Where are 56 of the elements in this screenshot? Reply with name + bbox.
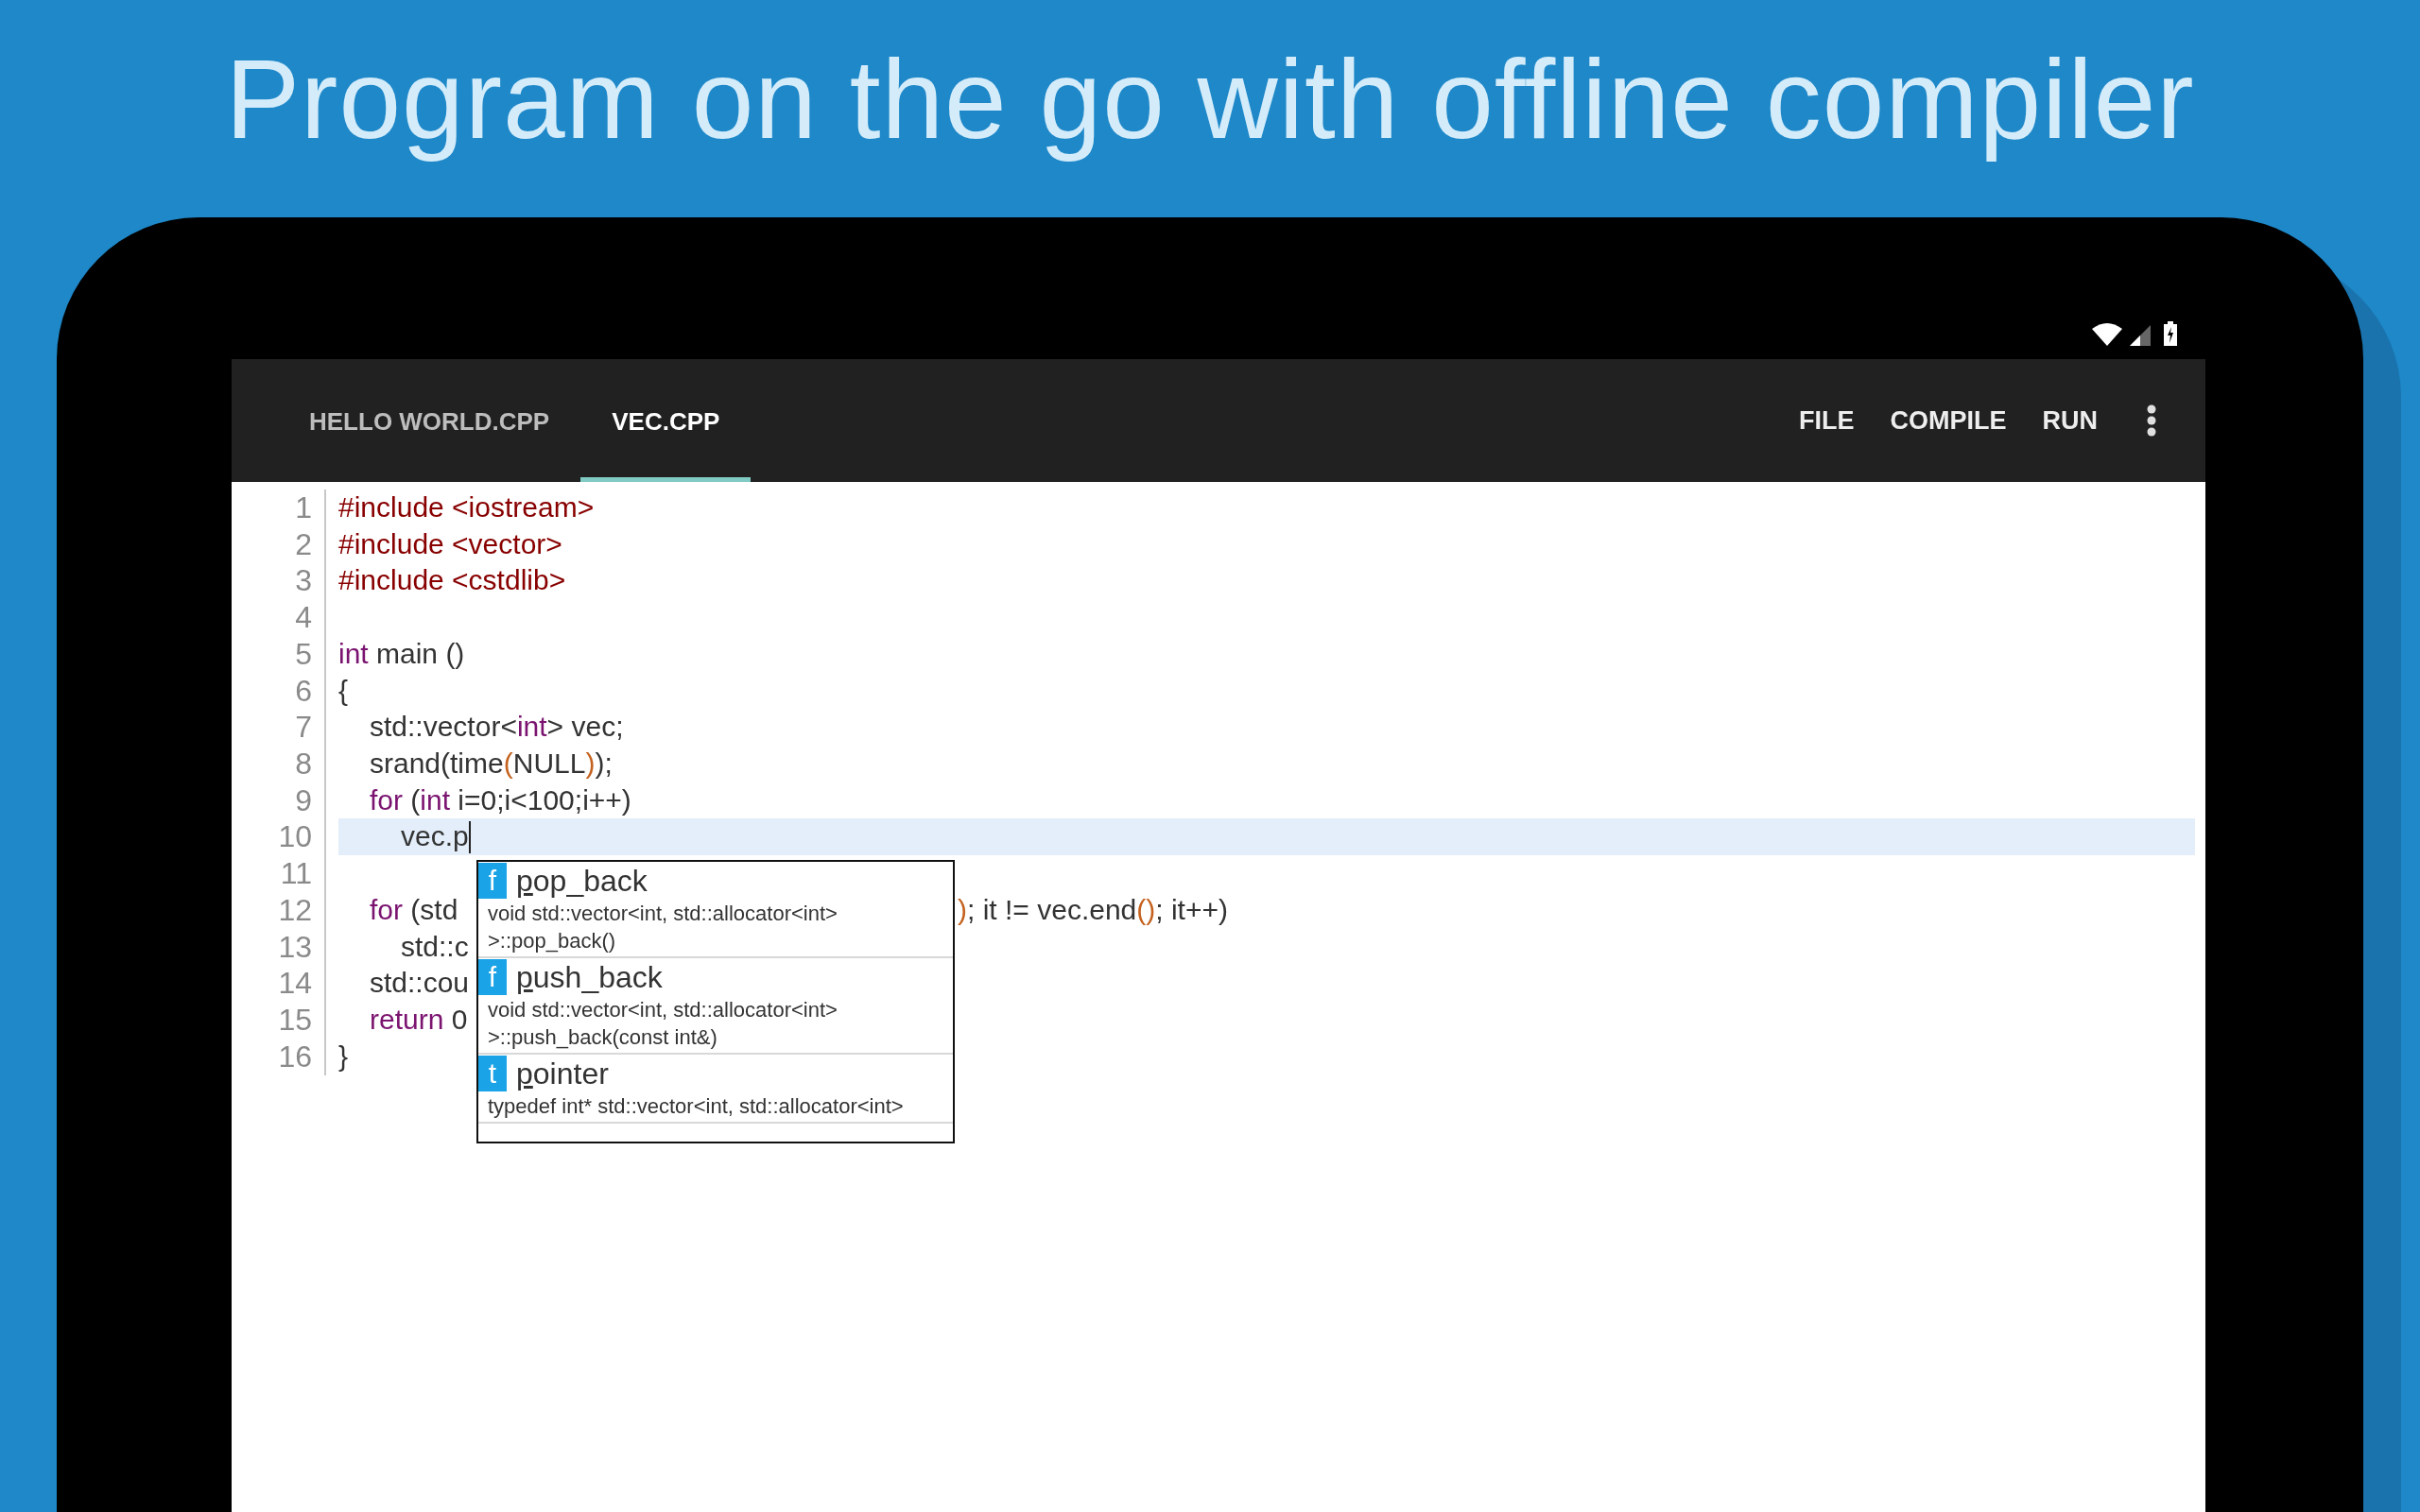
line-number: 2 (232, 525, 326, 563)
line-number: 15 (232, 1002, 326, 1039)
line-number: 6 (232, 672, 326, 710)
suggestion-name: pop_back (516, 863, 648, 900)
code-text: int main () (338, 636, 465, 671)
code-text: #include <iostream> (338, 490, 595, 524)
code-text: srand(time(NULL)); (370, 747, 613, 782)
code-text: for (std (370, 892, 458, 927)
line-number: 16 (232, 1038, 326, 1075)
toolbar-action[interactable]: RUN (2042, 405, 2098, 436)
suggestion-signature: >::push_back(const int&) (487, 1024, 718, 1051)
suggestion-item[interactable]: f pop_back void std::vector<int, std::allocator<int> >::pop_back() (478, 862, 953, 958)
suggestion-signature: void std::vector<int, std::allocator<int> (487, 901, 838, 927)
suggestion-signature: void std::vector<int, std::allocator<int> (487, 997, 838, 1023)
file-tab[interactable]: HELLO WORLD.CPP (278, 359, 581, 482)
line-number: 5 (232, 635, 326, 673)
line-number: 8 (232, 746, 326, 782)
suggestion-item[interactable]: t pointer typedef int* std::vector<int, std::allocator<int> (478, 1055, 953, 1124)
code-text: for (int i=0;i<100;i++) (370, 782, 631, 817)
suggestion-name: pointer (516, 1056, 609, 1092)
line-number: 4 (232, 599, 326, 636)
kind-badge: t (478, 1056, 507, 1091)
toolbar-action[interactable]: FILE (1799, 405, 1855, 436)
line-number: 9 (232, 782, 326, 819)
code-text: { (338, 673, 349, 708)
battery-icon (2164, 321, 2177, 346)
text-cursor (468, 820, 471, 853)
kind-badge: f (478, 863, 507, 899)
line-number: 11 (232, 855, 326, 892)
code-text: #include <cstdlib> (338, 563, 566, 598)
suggestion-name: push_back (516, 959, 663, 996)
suggestion-signature: typedef int* std::vector<int, std::allocator<int> (487, 1093, 905, 1120)
code-text: vec.p (401, 819, 469, 854)
code-text: std::vector<int> vec; (370, 710, 624, 745)
more-icon[interactable] (2147, 404, 2156, 437)
line-number: 10 (232, 818, 326, 856)
code-text: std::cou (370, 966, 470, 1001)
file-tab[interactable]: VEC.CPP (580, 359, 752, 482)
line-number: 1 (232, 490, 326, 526)
code-text: ); it != vec.end(); it++) (958, 892, 1228, 927)
kind-badge: f (478, 959, 507, 995)
code-text: std::c (401, 929, 469, 964)
wifi-icon (2092, 323, 2122, 346)
suggestion-item[interactable]: f push_back void std::vector<int, std::allocator<int> >::push_back(const int&) (478, 958, 953, 1055)
toolbar-action[interactable]: COMPILE (1890, 405, 2007, 436)
code-text: #include <vector> (338, 526, 562, 561)
line-number: 13 (232, 928, 326, 966)
signal-icon (2130, 325, 2151, 346)
line-number: 12 (232, 891, 326, 929)
line-number: 14 (232, 965, 326, 1003)
suggestion-signature: >::pop_back() (487, 928, 617, 954)
code-text: } (338, 1039, 349, 1074)
code-text: return 0 (370, 1003, 468, 1038)
line-number: 7 (232, 709, 326, 747)
line-number: 3 (232, 562, 326, 600)
headline: Program on the go with offline compiler (225, 36, 2195, 163)
